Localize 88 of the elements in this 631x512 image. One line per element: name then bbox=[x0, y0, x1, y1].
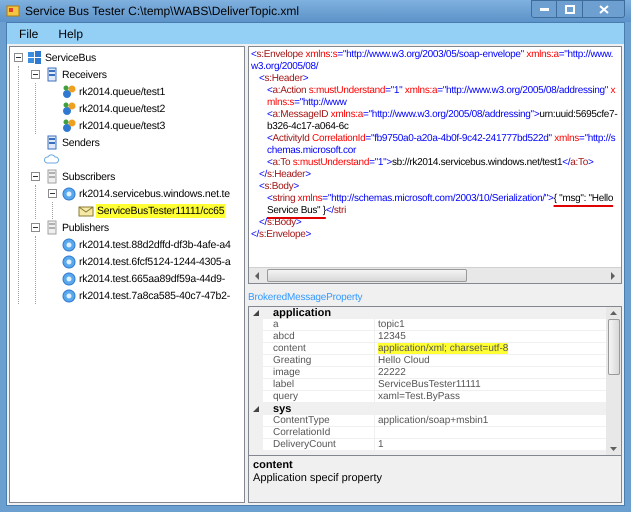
maximize-button[interactable] bbox=[557, 0, 583, 18]
gear-icon bbox=[61, 186, 77, 202]
property-name: CorrelationId bbox=[263, 427, 375, 438]
scrollbar-thumb[interactable] bbox=[267, 269, 467, 282]
xml-line: <a:To s:mustUnderstand="1">sb://rk2014.servicebus.windows.net/test1</a:To> bbox=[267, 157, 595, 169]
tree-item[interactable]: Subscribers bbox=[62, 170, 116, 184]
property-name: label bbox=[263, 379, 375, 390]
collapse-icon[interactable] bbox=[253, 310, 259, 316]
tree-item[interactable]: rk2014.queue/test2 bbox=[79, 102, 166, 116]
window-title: Service Bus Tester C:\temp\WABS\DeliverTopic.xml bbox=[25, 3, 300, 20]
xml-line: <s:Body> bbox=[259, 181, 300, 193]
minimize-icon bbox=[540, 8, 548, 10]
property-value: application/xml; charset=utf-8 bbox=[378, 343, 508, 354]
property-name: image bbox=[263, 367, 375, 378]
xml-line: </s:Body> bbox=[259, 217, 302, 229]
menu-item[interactable]: Help bbox=[50, 24, 92, 43]
description-text: Application specif property bbox=[253, 472, 384, 485]
gears-icon bbox=[61, 100, 77, 116]
tree-item[interactable]: rk2014.test.6fcf5124-1244-4305-a bbox=[79, 254, 230, 268]
property-value: xaml=Test.ByPass bbox=[378, 391, 460, 402]
property-row[interactable]: CorrelationId bbox=[263, 427, 606, 439]
xml-line: <a:MessageID xmlns:a="http://www.w3.org/2005/08/addressing">urn:uuid:5695cfe7-b326-4c17-a064-6c bbox=[267, 109, 618, 133]
property-name: a bbox=[263, 319, 375, 330]
xml-line: <s:Header> bbox=[259, 73, 310, 85]
property-row[interactable]: label ServiceBusTester11111 bbox=[263, 379, 606, 391]
section-label: BrokeredMessageProperty bbox=[248, 292, 364, 304]
app-icon bbox=[6, 4, 20, 18]
gears-icon bbox=[61, 84, 77, 100]
collapse-icon[interactable] bbox=[48, 189, 57, 198]
xml-line: <ActivityId CorrelationId="fb9750a0-a20a-4b0f-9c42-241777bd522d" xmlns="http://schemas.microsoft.cor bbox=[267, 133, 616, 157]
xml-line: <a:Action s:mustUnderstand="1" xmlns:a="http://www.w3.org/2005/08/addressing" xmlns:s="http://www bbox=[267, 85, 616, 109]
property-value: ServiceBusTester11111 bbox=[378, 379, 481, 390]
property-name: query bbox=[263, 391, 375, 402]
menu-item[interactable]: File bbox=[11, 24, 46, 43]
property-value: 22222 bbox=[378, 367, 406, 378]
property-row[interactable]: a topic1 bbox=[263, 319, 606, 331]
property-name: Greating bbox=[263, 355, 375, 366]
minimize-button[interactable] bbox=[531, 0, 557, 18]
property-name: ContentType bbox=[263, 415, 375, 426]
property-row[interactable]: query xaml=Test.ByPass bbox=[263, 391, 606, 403]
gear-icon bbox=[61, 236, 77, 252]
collapse-icon[interactable] bbox=[253, 406, 259, 412]
windows-logo-icon bbox=[27, 50, 43, 66]
gear-icon bbox=[61, 288, 77, 304]
property-row[interactable]: content application/xml; charset=utf-8 bbox=[263, 343, 606, 355]
property-name: DeliveryCount bbox=[263, 439, 375, 450]
property-row[interactable]: ContentType application/soap+msbin1 bbox=[263, 415, 606, 427]
xml-line: </s:Header> bbox=[259, 169, 312, 181]
property-value: application/soap+msbin1 bbox=[378, 415, 488, 426]
collapse-icon[interactable] bbox=[14, 53, 23, 62]
property-row[interactable]: DeliveryCount 1 bbox=[263, 439, 606, 451]
collapse-icon[interactable] bbox=[31, 70, 40, 79]
tree-item[interactable]: rk2014.queue/test3 bbox=[79, 118, 166, 132]
scrollbar-thumb[interactable] bbox=[608, 319, 620, 375]
property-row[interactable]: abcd 12345 bbox=[263, 331, 606, 343]
tree-item[interactable]: Publishers bbox=[62, 220, 109, 234]
xml-line: <s:Envelope xmlns:s="http://www.w3.org/2003/05/soap-envelope" xmlns:a="http://www.w3.org/2005/08/ bbox=[251, 49, 614, 73]
gear-icon bbox=[61, 270, 77, 286]
property-row[interactable]: image 22222 bbox=[263, 367, 606, 379]
property-value: 1 bbox=[378, 439, 384, 450]
collapse-icon[interactable] bbox=[31, 223, 40, 232]
gear-icon bbox=[61, 254, 77, 270]
tree-item[interactable]: rk2014.test.665aa89df59a-44d9- bbox=[79, 272, 226, 286]
tree-item[interactable]: ServiceBusTester11111/cc65 bbox=[96, 204, 226, 218]
property-name: abcd bbox=[263, 331, 375, 342]
category-header[interactable]: application bbox=[249, 307, 606, 319]
description-title: content bbox=[253, 459, 294, 472]
xml-line: </s:Envelope> bbox=[251, 229, 312, 241]
collapse-icon[interactable] bbox=[31, 172, 40, 181]
category-header[interactable]: sys bbox=[249, 403, 606, 415]
property-value: topic1 bbox=[378, 319, 405, 330]
tree-item[interactable]: rk2014.servicebus.windows.net.te bbox=[79, 186, 230, 200]
tree-item[interactable]: rk2014.test.7a8ca585-40c7-47b2- bbox=[79, 288, 230, 302]
tree-item[interactable]: Senders bbox=[62, 136, 100, 150]
property-row[interactable]: Greating Hello Cloud bbox=[263, 355, 606, 367]
property-name: content bbox=[263, 343, 375, 354]
maximize-icon bbox=[564, 4, 574, 14]
tree-item[interactable]: rk2014.queue/test1 bbox=[79, 84, 166, 98]
property-value: 12345 bbox=[378, 331, 406, 342]
vertical-scrollbar[interactable] bbox=[606, 307, 621, 455]
gears-icon bbox=[61, 118, 77, 134]
close-button[interactable] bbox=[583, 0, 625, 18]
horizontal-scrollbar[interactable] bbox=[249, 267, 621, 283]
property-value: Hello Cloud bbox=[378, 355, 430, 366]
close-icon bbox=[598, 4, 608, 14]
tree-item[interactable]: rk2014.test.88d2dffd-df3b-4afe-a4 bbox=[79, 238, 231, 252]
tree-item[interactable]: ServiceBus bbox=[45, 50, 96, 64]
tree-item[interactable]: Receivers bbox=[62, 68, 107, 82]
